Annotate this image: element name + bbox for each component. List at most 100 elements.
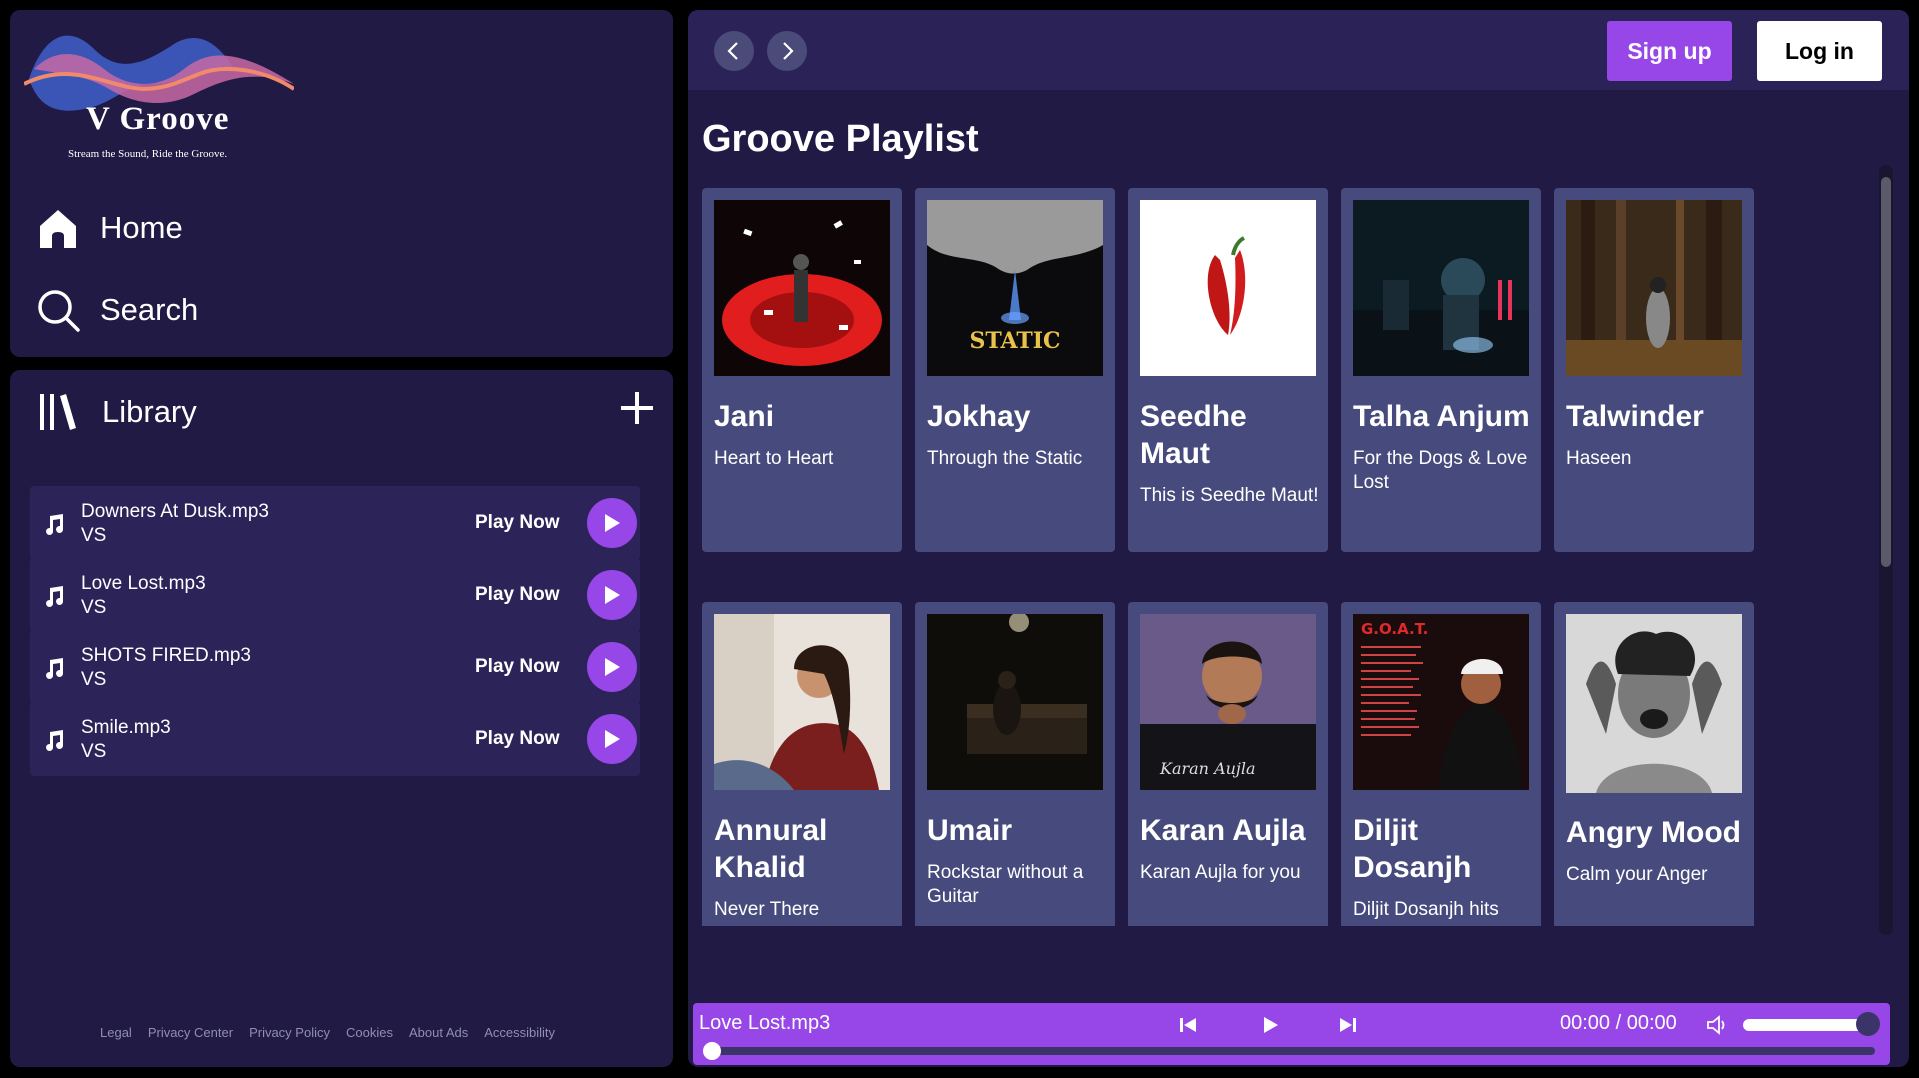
nav-panel: V Groove Stream the Sound, Ride the Groo…: [10, 10, 673, 357]
card-description: Haseen: [1566, 448, 1632, 469]
track-artist: VS: [81, 597, 107, 618]
card-artist: Jani Heart to Heart: [714, 398, 899, 471]
footer-link-legal[interactable]: Legal: [100, 1025, 132, 1040]
album-cover: [1353, 200, 1529, 376]
album-cover: STATIC: [927, 200, 1103, 376]
nav-home[interactable]: Home: [36, 200, 183, 256]
card-description: Karan Aujla for you: [1140, 862, 1301, 883]
play-icon[interactable]: [1256, 1011, 1284, 1039]
footer-link-accessibility[interactable]: Accessibility: [484, 1025, 555, 1040]
card-artist-name: Jani: [714, 400, 775, 433]
playlist-card[interactable]: Umair Rockstar without a Guitar: [915, 602, 1115, 926]
brand-logo[interactable]: V Groove Stream the Sound, Ride the Groo…: [23, 24, 296, 170]
nav-home-label: Home: [100, 210, 183, 245]
now-playing-title: Love Lost.mp3: [699, 1012, 831, 1034]
play-button[interactable]: [587, 498, 637, 548]
playlist-card[interactable]: STATIC Jokhay Through the Static: [915, 188, 1115, 552]
seek-bar[interactable]: [705, 1047, 1875, 1055]
card-artist: Jokhay Through the Static: [927, 398, 1112, 471]
top-bar: Sign up Log in: [688, 10, 1909, 90]
back-button[interactable]: [714, 31, 754, 71]
playlist-card[interactable]: Talha Anjum For the Dogs & Love Lost: [1341, 188, 1541, 552]
card-artist-name: Karan Aujla: [1140, 814, 1306, 847]
track-title: Love Lost.mp3: [81, 573, 206, 594]
library-title: Library: [102, 394, 197, 429]
seek-bar-thumb[interactable]: [703, 1042, 721, 1060]
play-now-link[interactable]: Play Now: [475, 656, 559, 678]
playlist-card[interactable]: Angry Mood Calm your Anger: [1554, 602, 1754, 926]
track-info: SHOTS FIRED.mp3 VS: [81, 644, 251, 692]
album-cover: [1566, 614, 1742, 793]
play-button[interactable]: [587, 714, 637, 764]
playlist-card[interactable]: Jani Heart to Heart: [702, 188, 902, 552]
footer-link-privacy-center[interactable]: Privacy Center: [148, 1025, 233, 1040]
card-artist-name: Seedhe Maut: [1140, 400, 1247, 470]
play-icon: [605, 586, 620, 604]
playlist-card[interactable]: Karan Aujla Karan Aujla Karan Aujla for …: [1128, 602, 1328, 926]
cover-art-image: [1566, 614, 1742, 793]
cover-art-image: [714, 200, 890, 376]
album-cover: [714, 200, 890, 376]
play-button[interactable]: [587, 570, 637, 620]
track-artist: VS: [81, 669, 107, 690]
music-note-icon: [46, 514, 64, 535]
playlist-card[interactable]: Talwinder Haseen: [1554, 188, 1754, 552]
card-description: For the Dogs & Love Lost: [1353, 448, 1528, 493]
scrollbar[interactable]: [1879, 165, 1893, 935]
library-header[interactable]: Library: [36, 390, 197, 434]
library-track[interactable]: Smile.mp3 VS Play Now: [30, 702, 640, 776]
player-bar: Love Lost.mp3 00:00 / 00:00: [693, 1003, 1890, 1065]
play-button[interactable]: [587, 642, 637, 692]
cover-art-image: [1140, 200, 1316, 376]
volume-slider[interactable]: [1743, 1019, 1868, 1031]
brand-name: V Groove: [86, 101, 230, 137]
track-artist: VS: [81, 741, 107, 762]
card-description: Diljit Dosanjh hits: [1353, 899, 1499, 920]
card-artist: Angry Mood Calm your Anger: [1566, 814, 1751, 887]
footer-link-privacy-policy[interactable]: Privacy Policy: [249, 1025, 330, 1040]
login-button[interactable]: Log in: [1757, 21, 1882, 81]
volume-slider-thumb[interactable]: [1856, 1012, 1880, 1036]
scrollbar-thumb[interactable]: [1881, 177, 1891, 567]
card-artist: Talwinder Haseen: [1566, 398, 1751, 471]
search-icon: [38, 290, 80, 332]
time-display: 00:00 / 00:00: [1560, 1012, 1677, 1034]
card-description: Rockstar without a Guitar: [927, 862, 1084, 907]
footer-link-cookies[interactable]: Cookies: [346, 1025, 393, 1040]
card-artist-name: Angry Mood: [1566, 816, 1741, 849]
library-panel: Library Downers At Dusk.mp3 VS Play Now …: [10, 370, 673, 1067]
footer-link-about-ads[interactable]: About Ads: [409, 1025, 468, 1040]
footer-links: Legal Privacy Center Privacy Policy Cook…: [100, 1025, 555, 1040]
card-artist: Diljit Dosanjh Diljit Dosanjh hits: [1353, 812, 1538, 922]
library-icon: [40, 394, 76, 430]
card-artist-name: Diljit Dosanjh: [1353, 814, 1472, 884]
nav-search-label: Search: [100, 292, 199, 327]
card-description: Never There: [714, 899, 820, 920]
nav-search[interactable]: Search: [36, 282, 198, 338]
library-track[interactable]: Downers At Dusk.mp3 VS Play Now: [30, 486, 640, 560]
play-now-link[interactable]: Play Now: [475, 728, 559, 750]
forward-button[interactable]: [767, 31, 807, 71]
cover-art-image: [927, 614, 1103, 790]
card-description: This is Seedhe Maut!: [1140, 485, 1319, 506]
add-icon[interactable]: [619, 390, 655, 426]
library-track[interactable]: SHOTS FIRED.mp3 VS Play Now: [30, 630, 640, 704]
cover-art-image: [714, 614, 890, 790]
signup-button[interactable]: Sign up: [1607, 21, 1732, 81]
album-cover: [927, 614, 1103, 790]
playlist-card[interactable]: Annural Khalid Never There: [702, 602, 902, 926]
play-now-link[interactable]: Play Now: [475, 584, 559, 606]
app-window: V Groove Stream the Sound, Ride the Groo…: [0, 0, 1919, 1078]
volume-icon[interactable]: [1705, 1013, 1731, 1037]
previous-icon[interactable]: [1174, 1011, 1202, 1039]
library-track[interactable]: Love Lost.mp3 VS Play Now: [30, 558, 640, 632]
album-cover: [1566, 200, 1742, 376]
playlist-card[interactable]: G.O.A.T. Diljit Dosanjh Diljit Dosanjh h…: [1341, 602, 1541, 926]
playlist-card[interactable]: Seedhe Maut This is Seedhe Maut!: [1128, 188, 1328, 552]
card-artist-name: Talha Anjum: [1353, 400, 1530, 433]
svg-text:Karan Aujla: Karan Aujla: [1159, 759, 1256, 778]
cover-art-image: STATIC: [927, 200, 1103, 376]
play-now-link[interactable]: Play Now: [475, 512, 559, 534]
next-icon[interactable]: [1334, 1011, 1362, 1039]
page-title: Groove Playlist: [702, 118, 979, 160]
